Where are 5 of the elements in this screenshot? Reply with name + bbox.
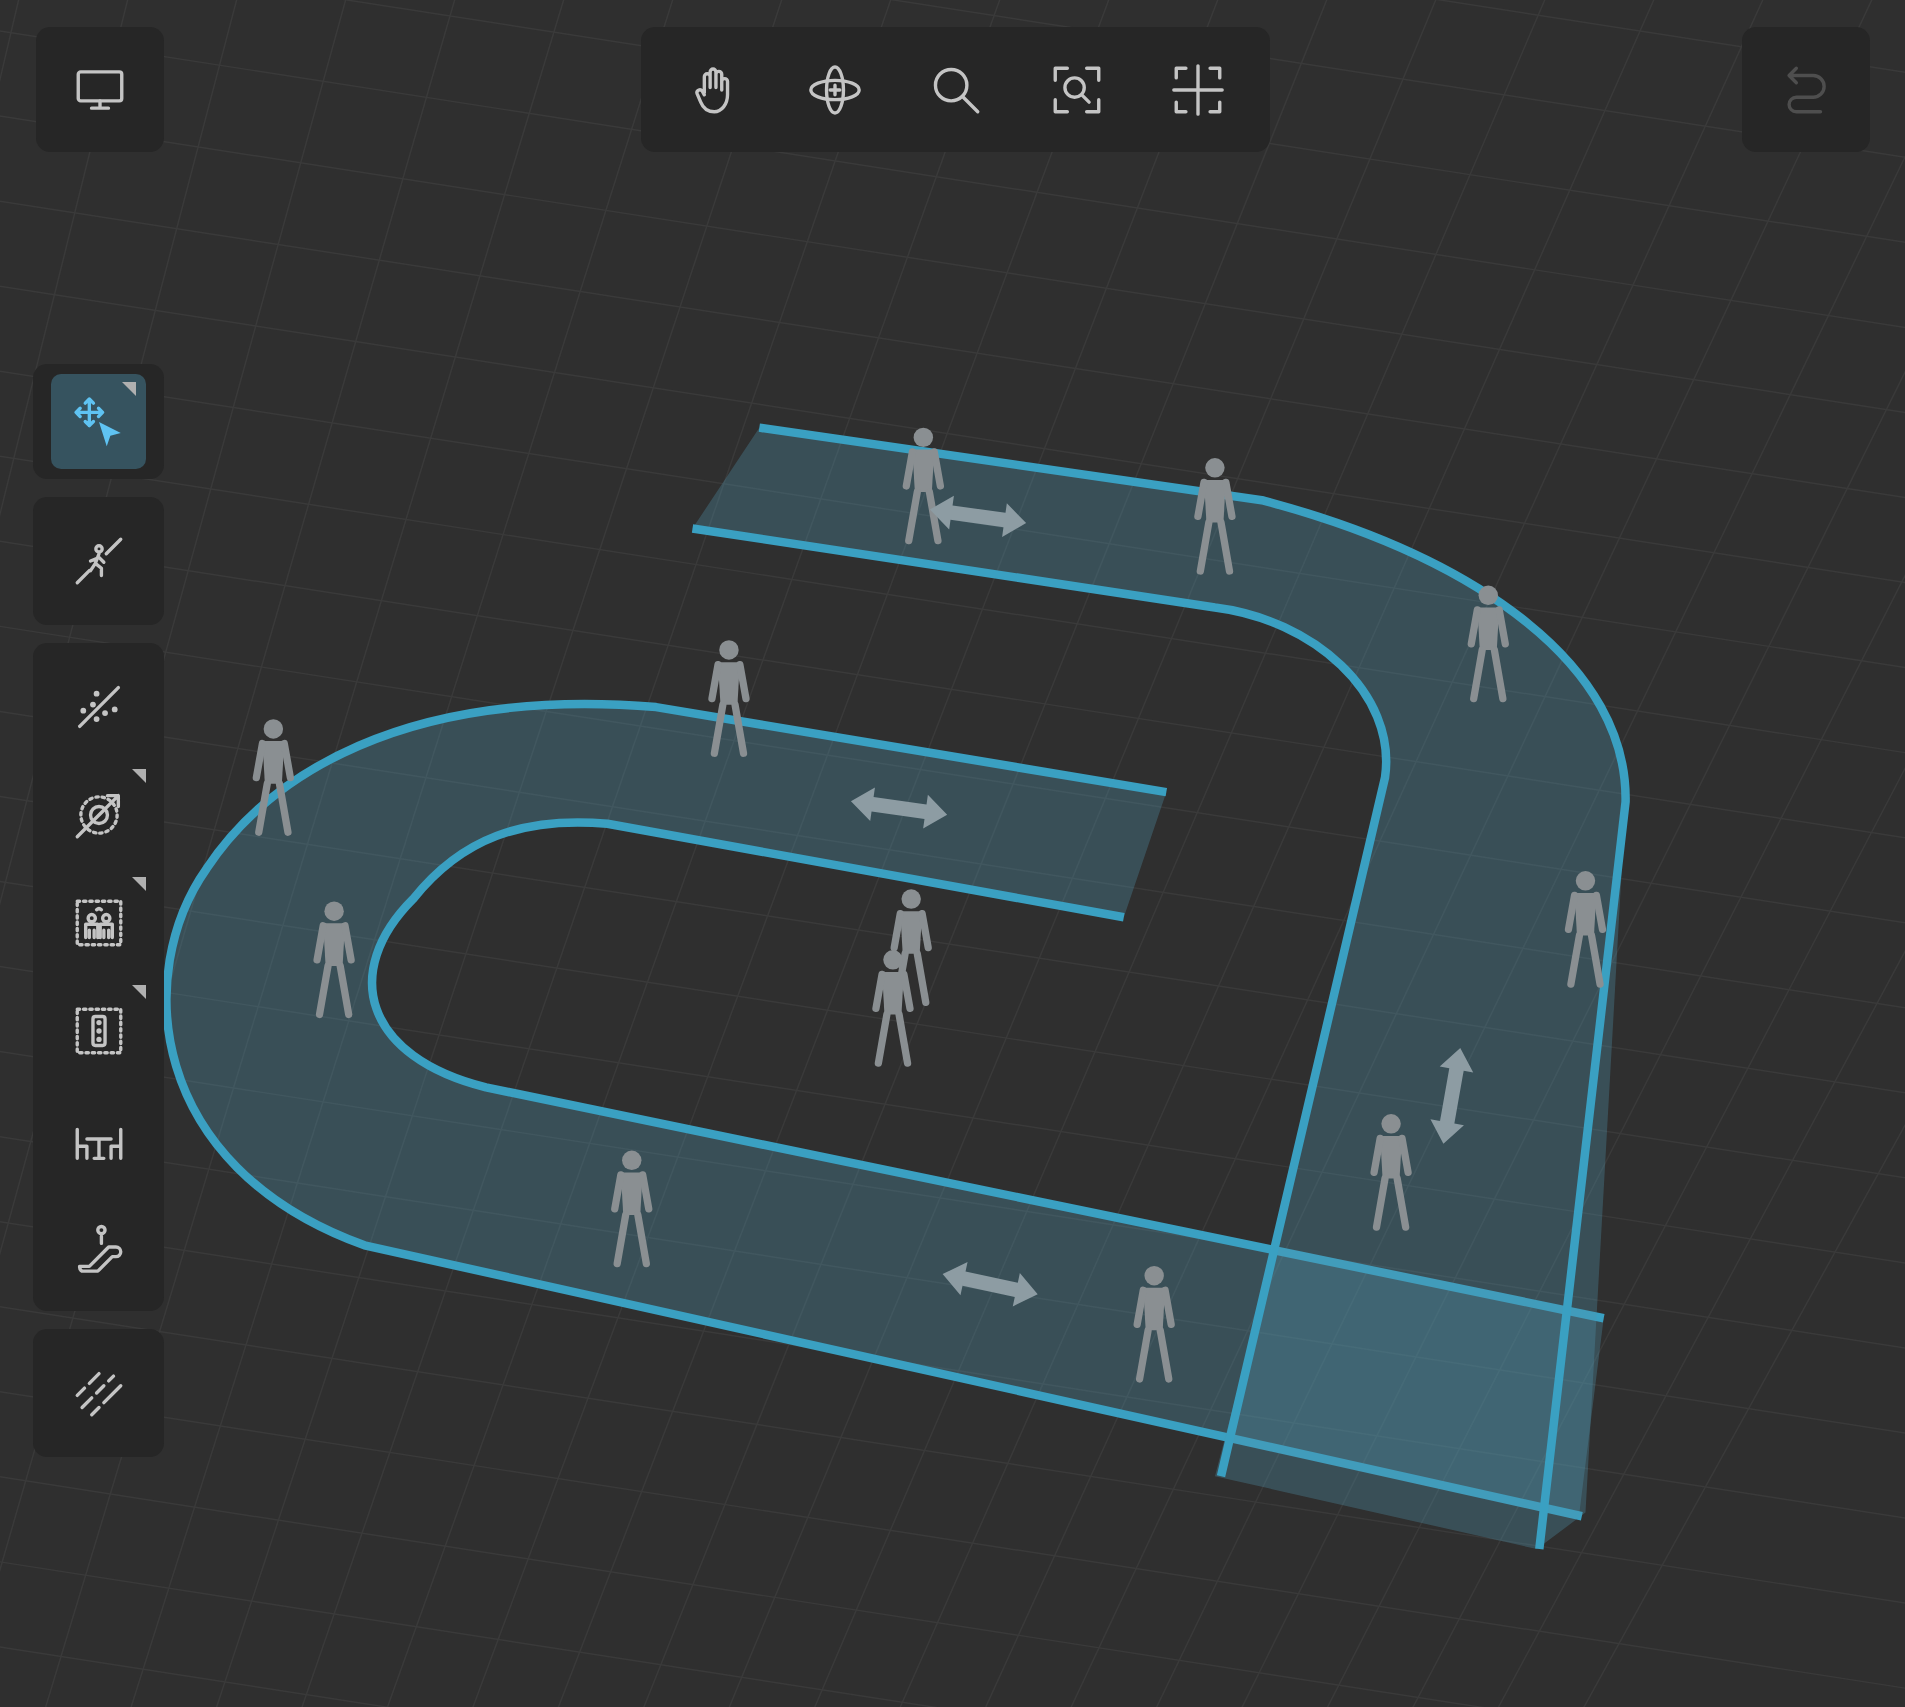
double-arrow-icon	[942, 1262, 1038, 1307]
tool-button[interactable]	[51, 374, 146, 469]
double-arrow-icon	[850, 787, 948, 829]
double-arrow-icon	[1430, 1048, 1474, 1144]
double-arrow-icon	[929, 495, 1027, 537]
